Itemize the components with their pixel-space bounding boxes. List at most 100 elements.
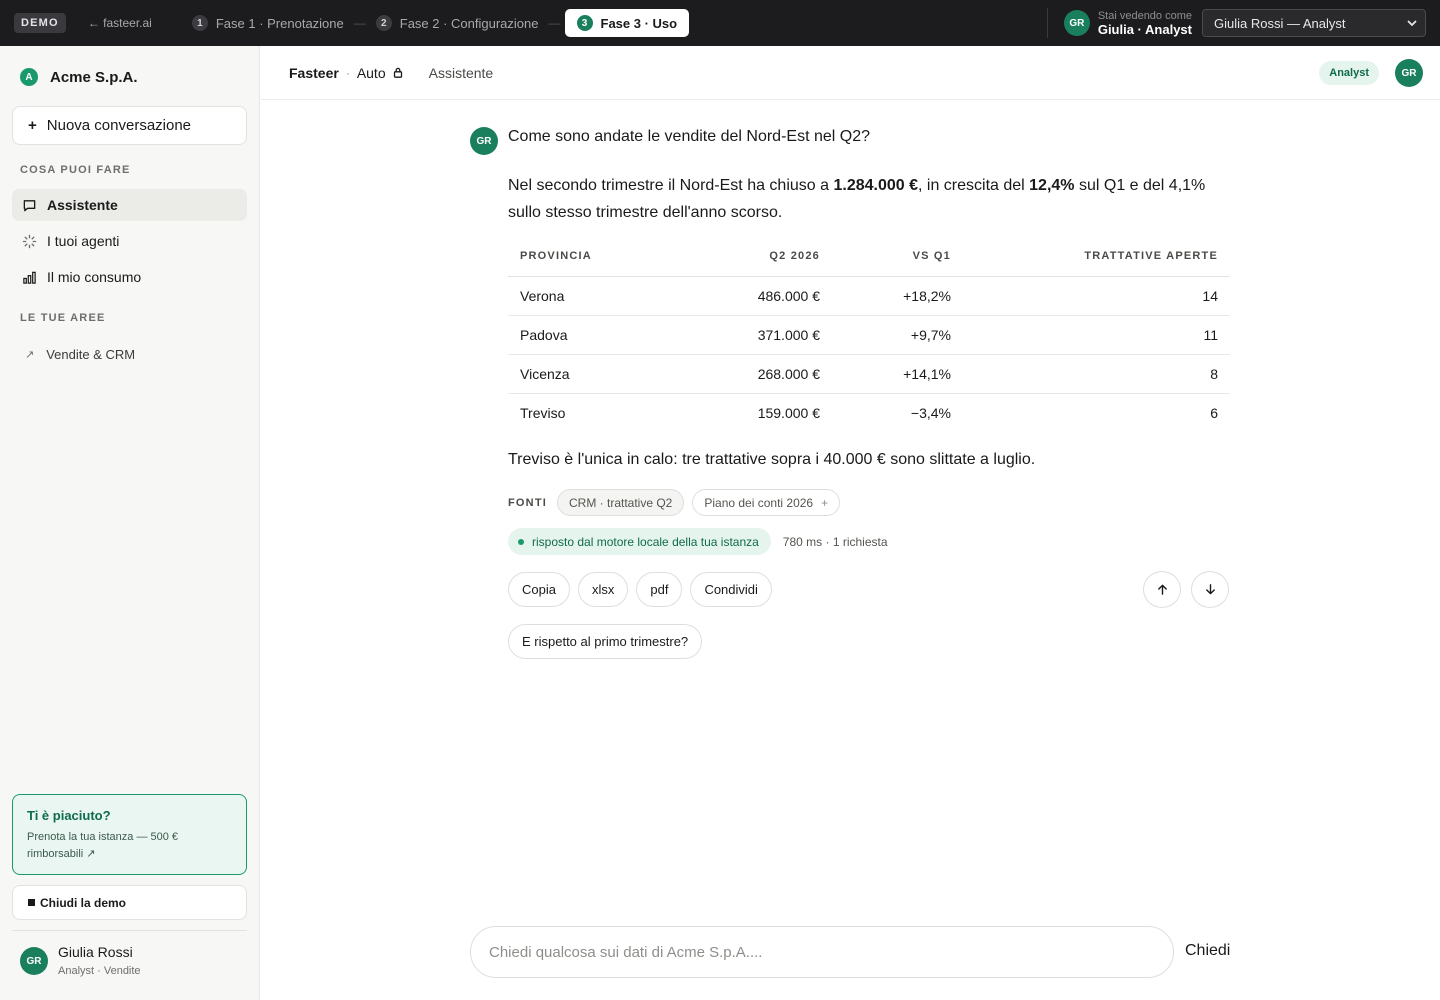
new-conversation-button[interactable]: + Nuova conversazione [12,106,247,145]
user-profile[interactable]: GR Giulia Rossi Analyst · Vendite [20,942,141,980]
viewer-name: Giulia · Analyst [1097,22,1192,37]
divider [1046,8,1048,38]
step-label: Fase 2 · Configurazione [399,15,539,31]
table-cell: −3,4% [910,404,951,421]
plus-icon: + [821,495,829,510]
table-cell: 268.000 € [694,354,832,394]
table-row: Vicenza 268.000 € +14,1% 8 [508,354,1230,394]
sidebar-item-label: Assistente [47,197,118,213]
source-chip[interactable]: Piano dei conti 2026 + [692,489,841,516]
org-name: Acme S.p.A. [50,68,138,86]
arrow-up-right-icon: ↗ [25,348,35,361]
table-cell: 8 [963,354,1230,394]
step-navigator: 1 Fase 1 · Prenotazione — 2 Fase 2 · Con… [186,9,690,37]
answer-highlight: 1.284.000 € [833,177,918,194]
sidebar: A Acme S.p.A. + Nuova conversazione COSA… [0,46,260,1000]
viewer-select-value: Giulia Rossi — Analyst [1214,15,1346,31]
back-link[interactable]: ← fasteer.ai [88,16,152,30]
downvote-button[interactable] [1191,571,1229,608]
section-label-actions: COSA PUOI FARE [20,164,131,176]
table-cell: 486.000 € [694,276,832,316]
new-conversation-label: Nuova conversazione [46,117,192,134]
close-demo-button[interactable]: Chiudi la demo [12,885,247,920]
table-row: Padova 371.000 € +9,7% 11 [508,315,1230,355]
step-number: 3 [576,15,593,31]
table-cell: 371.000 € [694,315,832,355]
export-pdf-button[interactable]: pdf [636,572,683,607]
table-row: Treviso 159.000 € −3,4% 6 [508,393,1230,432]
export-xlsx-button[interactable]: xlsx [577,572,629,607]
demo-badge: DEMO [14,13,66,33]
sidebar-item-assistente[interactable]: Assistente [12,189,247,221]
step-separator: — [353,16,366,30]
source-chip-label: CRM · trattative Q2 [569,495,673,510]
user-message-avatar: GR [470,127,498,155]
avatar: GR [20,947,48,975]
viewer-select[interactable]: Giulia Rossi — Analyst [1202,9,1426,37]
column-header: Q2 2026 [694,237,832,277]
step-1[interactable]: 1 Fase 1 · Prenotazione [186,9,350,37]
copy-button[interactable]: Copia [508,572,570,607]
message-actions: Copia xlsx pdf Condividi [508,572,772,607]
engine-meta: 780 ms · 1 richiesta [782,534,888,549]
assistant-answer: Nel secondo trimestre il Nord-Est ha chi… [508,172,1233,226]
table-cell: Vicenza [508,354,694,394]
step-2[interactable]: 2 Fase 2 · Configurazione [370,9,545,37]
mode-label: Auto [356,64,386,81]
chat-input[interactable] [489,943,1173,961]
sidebar-item-agenti[interactable]: I tuoi agenti [12,225,247,257]
viewer-caption: Stai vedendo come [1097,10,1192,22]
promo-card[interactable]: Ti è piaciuto? Prenota la tua istanza — … [12,794,247,875]
sources-row: FONTI CRM · trattative Q2 Piano dei cont… [508,489,841,516]
promo-text: Prenota la tua istanza — 500 € rimborsab… [27,831,179,860]
share-button[interactable]: Condividi [690,572,772,607]
status-dot-icon [518,538,524,545]
answer-followup: Treviso è l'unica in calo: tre trattativ… [508,451,1036,468]
table-cell: Treviso [520,404,566,421]
separator: · [345,65,350,80]
engine-badge-label: risposto dal motore locale della tua ist… [532,534,759,549]
source-chip-label: Piano dei conti 2026 [704,495,814,510]
plus-icon: + [28,117,37,134]
divider [12,930,247,931]
answer-highlight: 12,4% [1029,177,1075,194]
engine-info: risposto dal motore locale della tua ist… [508,528,888,555]
table-cell: 6 [1210,404,1218,421]
sales-table: PROVINCIA Q2 2026 VS Q1 TRATTATIVE APERT… [508,237,1230,432]
sidebar-item-consumo[interactable]: Il mio consumo [12,261,247,293]
user-name: Giulia Rossi [58,944,133,960]
tab-assistente[interactable]: Assistente [429,65,494,81]
answer-text: , in crescita del [918,177,1030,194]
table-cell: +18,2% [832,276,963,316]
table-row: Verona 486.000 € +18,2% 14 [508,276,1230,316]
viewer-info: Stai vedendo come Giulia · Analyst [1098,9,1192,37]
stop-icon [28,899,35,906]
step-number: 2 [375,15,392,31]
step-3[interactable]: 3 Fase 3 · Uso [564,9,690,37]
send-button[interactable]: Chiedi [1185,942,1230,960]
table-cell: Padova [508,315,694,355]
arrow-up-icon [1157,584,1167,595]
answer-text: Nel secondo trimestre il Nord-Est ha chi… [508,177,834,194]
lock-icon [393,67,402,78]
header-right: Analyst GR [1319,59,1423,87]
avatar[interactable]: GR [1395,59,1423,87]
main-header: Fasteer · Auto Assistente Analyst GR [261,46,1440,100]
sources-label: FONTI [508,496,547,509]
table-cell: +14,1% [832,354,963,394]
suggestion-chip[interactable]: E rispetto al primo trimestre? [508,624,703,659]
source-chip[interactable]: CRM · trattative Q2 [557,489,685,516]
sidebar-item-label: I tuoi agenti [47,233,120,249]
promo-title: Ti è piaciuto? [27,808,111,823]
column-header: TRATTATIVE APERTE [963,237,1230,277]
upvote-button[interactable] [1143,571,1181,608]
arrow-down-icon [1205,584,1215,595]
table-cell: 14 [963,276,1230,316]
sidebar-area-vendite[interactable]: ↗ Vendite & CRM [12,342,247,366]
column-header: VS Q1 [832,237,963,277]
section-label-areas: LE TUE AREE [20,312,106,324]
step-separator: — [548,16,561,30]
role-badge: Analyst [1319,61,1379,85]
user-question: Come sono andate le vendite del Nord-Est… [508,128,870,145]
sidebar-area-label: Vendite & CRM [46,346,136,362]
